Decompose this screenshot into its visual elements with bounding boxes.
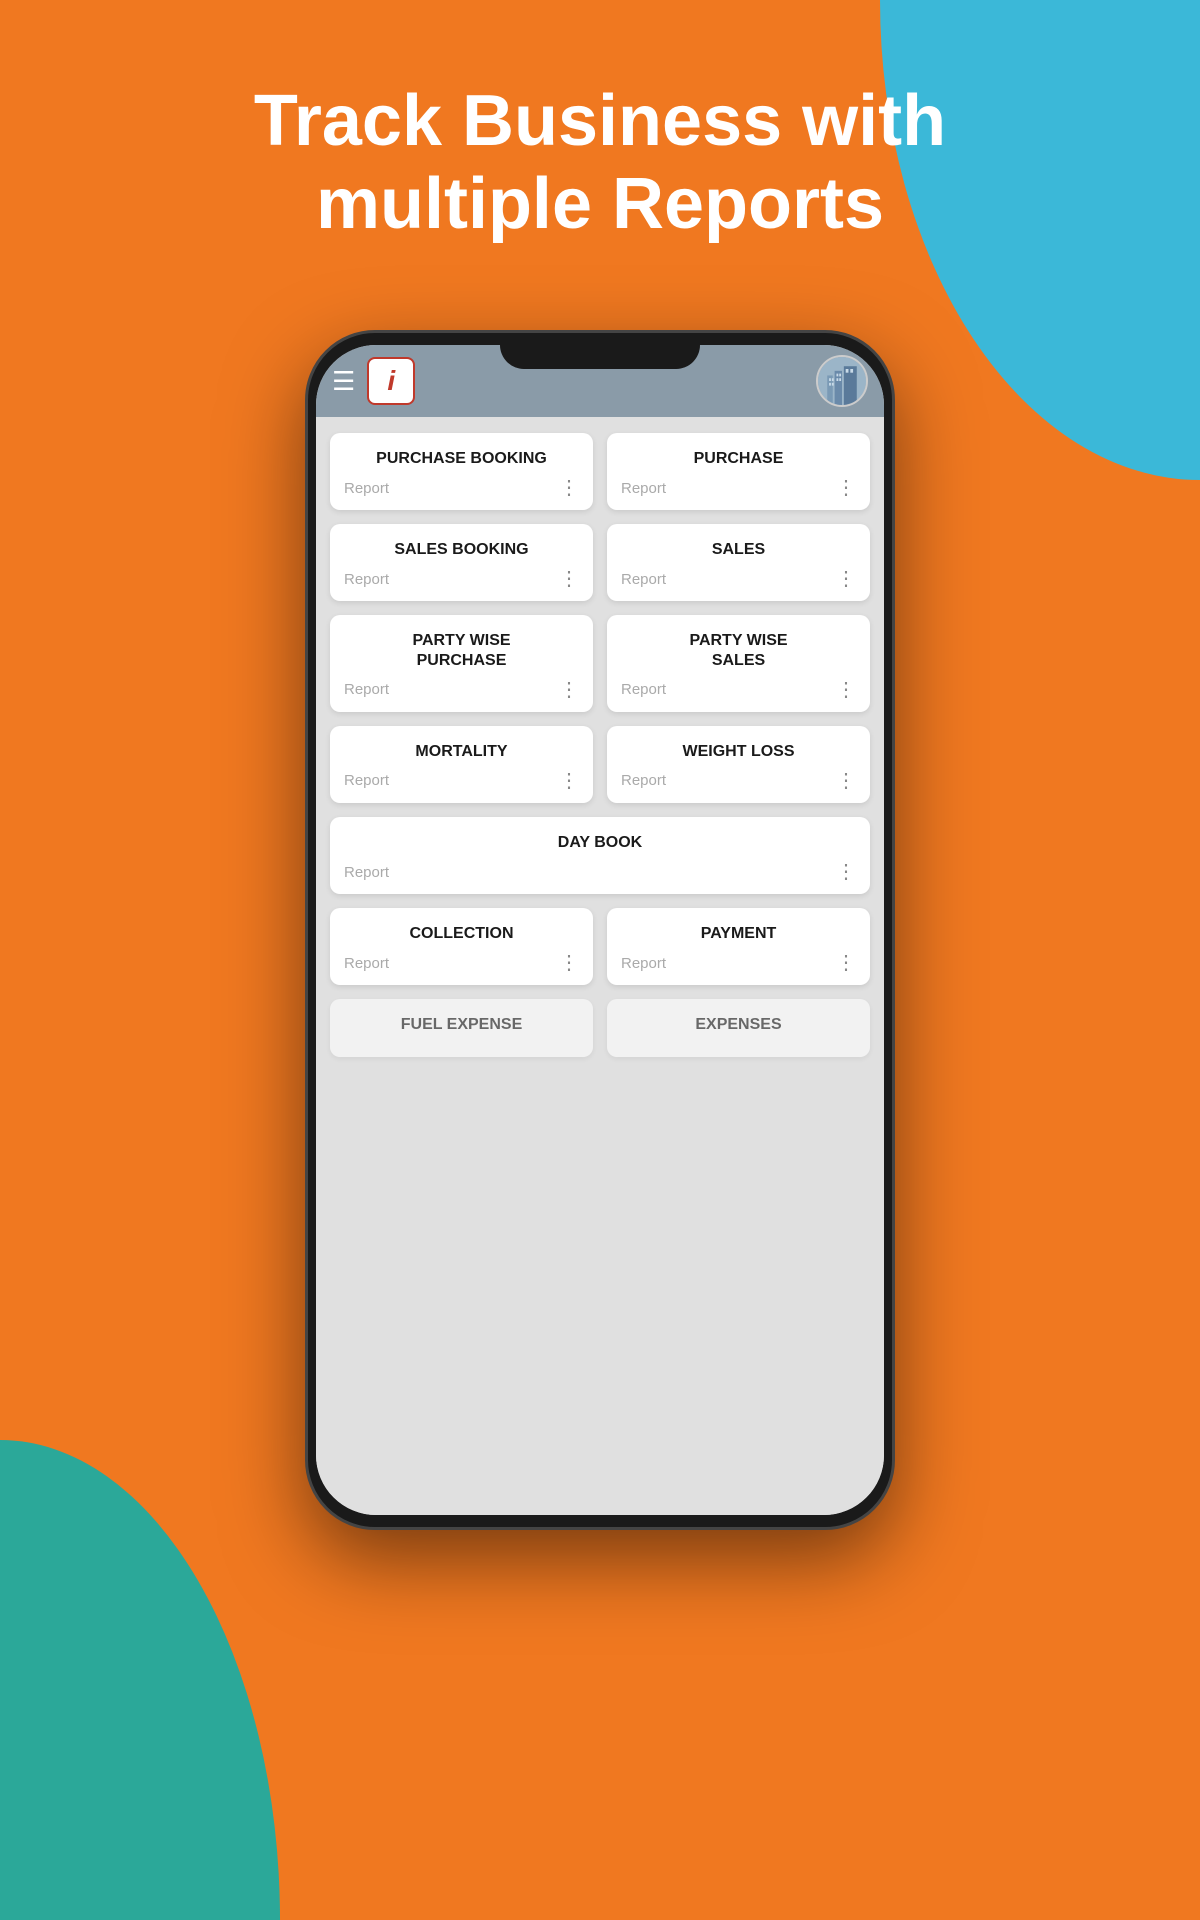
phone-screen: ☰ i bbox=[316, 345, 884, 1515]
card-collection[interactable]: COLLECTION Report ⋮ bbox=[330, 908, 593, 985]
more-options-icon[interactable]: ⋮ bbox=[559, 478, 579, 498]
card-title-purchase: PURCHASE bbox=[621, 449, 856, 468]
report-label: Report bbox=[621, 681, 666, 698]
more-options-icon[interactable]: ⋮ bbox=[836, 771, 856, 791]
card-fuel-expense-partial: FUEL EXPENSE bbox=[330, 999, 593, 1056]
more-options-icon[interactable]: ⋮ bbox=[836, 478, 856, 498]
card-footer-mortality: Report ⋮ bbox=[344, 771, 579, 791]
report-label: Report bbox=[344, 571, 389, 588]
card-footer-purchase: Report ⋮ bbox=[621, 478, 856, 498]
card-payment[interactable]: PAYMENT Report ⋮ bbox=[607, 908, 870, 985]
more-options-icon[interactable]: ⋮ bbox=[836, 862, 856, 882]
card-purchase[interactable]: PURCHASE Report ⋮ bbox=[607, 433, 870, 510]
more-options-icon[interactable]: ⋮ bbox=[836, 569, 856, 589]
card-title-fuel-expense: FUEL EXPENSE bbox=[344, 1015, 579, 1034]
avatar bbox=[816, 355, 868, 407]
headline-line2: multiple Reports bbox=[316, 164, 884, 244]
report-label: Report bbox=[621, 955, 666, 972]
phone-mockup: ☰ i bbox=[305, 330, 895, 1530]
card-title-sales-booking: SALES BOOKING bbox=[344, 540, 579, 559]
hamburger-icon[interactable]: ☰ bbox=[332, 366, 355, 397]
report-label: Report bbox=[344, 681, 389, 698]
report-label: Report bbox=[344, 864, 389, 881]
headline: Track Business with multiple Reports bbox=[0, 80, 1200, 246]
card-mortality[interactable]: MORTALITY Report ⋮ bbox=[330, 726, 593, 803]
card-title-collection: COLLECTION bbox=[344, 924, 579, 943]
report-label: Report bbox=[344, 955, 389, 972]
report-label: Report bbox=[621, 480, 666, 497]
phone-notch bbox=[500, 333, 700, 369]
card-footer-party-wise-purchase: Report ⋮ bbox=[344, 680, 579, 700]
card-sales-booking[interactable]: SALES BOOKING Report ⋮ bbox=[330, 524, 593, 601]
card-footer-sales: Report ⋮ bbox=[621, 569, 856, 589]
card-title-expenses: EXPENSES bbox=[621, 1015, 856, 1034]
report-label: Report bbox=[344, 480, 389, 497]
card-title-sales: SALES bbox=[621, 540, 856, 559]
headline-line1: Track Business with bbox=[254, 81, 946, 161]
card-party-wise-purchase[interactable]: PARTY WISEPURCHASE Report ⋮ bbox=[330, 615, 593, 711]
report-label: Report bbox=[344, 772, 389, 789]
cards-grid: PURCHASE BOOKING Report ⋮ PURCHASE Repor… bbox=[330, 433, 870, 1057]
card-title-party-wise-sales: PARTY WISESALES bbox=[621, 631, 856, 669]
more-options-icon[interactable]: ⋮ bbox=[836, 680, 856, 700]
more-options-icon[interactable]: ⋮ bbox=[559, 569, 579, 589]
card-footer-party-wise-sales: Report ⋮ bbox=[621, 680, 856, 700]
card-title-mortality: MORTALITY bbox=[344, 742, 579, 761]
card-title-purchase-booking: PURCHASE BOOKING bbox=[344, 449, 579, 468]
card-footer-sales-booking: Report ⋮ bbox=[344, 569, 579, 589]
card-title-weight-loss: WEIGHT LOSS bbox=[621, 742, 856, 761]
card-party-wise-sales[interactable]: PARTY WISESALES Report ⋮ bbox=[607, 615, 870, 711]
report-label: Report bbox=[621, 772, 666, 789]
phone-frame: ☰ i bbox=[305, 330, 895, 1530]
card-expenses-partial: EXPENSES bbox=[607, 999, 870, 1056]
more-options-icon[interactable]: ⋮ bbox=[559, 771, 579, 791]
card-footer-payment: Report ⋮ bbox=[621, 953, 856, 973]
card-footer-purchase-booking: Report ⋮ bbox=[344, 478, 579, 498]
card-footer-collection: Report ⋮ bbox=[344, 953, 579, 973]
more-options-icon[interactable]: ⋮ bbox=[559, 680, 579, 700]
card-footer-day-book: Report ⋮ bbox=[344, 862, 856, 882]
card-title-day-book: DAY BOOK bbox=[344, 833, 856, 852]
card-title-party-wise-purchase: PARTY WISEPURCHASE bbox=[344, 631, 579, 669]
app-content: PURCHASE BOOKING Report ⋮ PURCHASE Repor… bbox=[316, 417, 884, 1515]
card-purchase-booking[interactable]: PURCHASE BOOKING Report ⋮ bbox=[330, 433, 593, 510]
card-weight-loss[interactable]: WEIGHT LOSS Report ⋮ bbox=[607, 726, 870, 803]
more-options-icon[interactable]: ⋮ bbox=[559, 953, 579, 973]
card-title-payment: PAYMENT bbox=[621, 924, 856, 943]
card-sales[interactable]: SALES Report ⋮ bbox=[607, 524, 870, 601]
app-logo: i bbox=[367, 357, 415, 405]
card-day-book[interactable]: DAY BOOK Report ⋮ bbox=[330, 817, 870, 894]
bg-teal-accent bbox=[0, 1440, 280, 1920]
more-options-icon[interactable]: ⋮ bbox=[836, 953, 856, 973]
report-label: Report bbox=[621, 571, 666, 588]
avatar-image bbox=[818, 357, 866, 405]
card-footer-weight-loss: Report ⋮ bbox=[621, 771, 856, 791]
